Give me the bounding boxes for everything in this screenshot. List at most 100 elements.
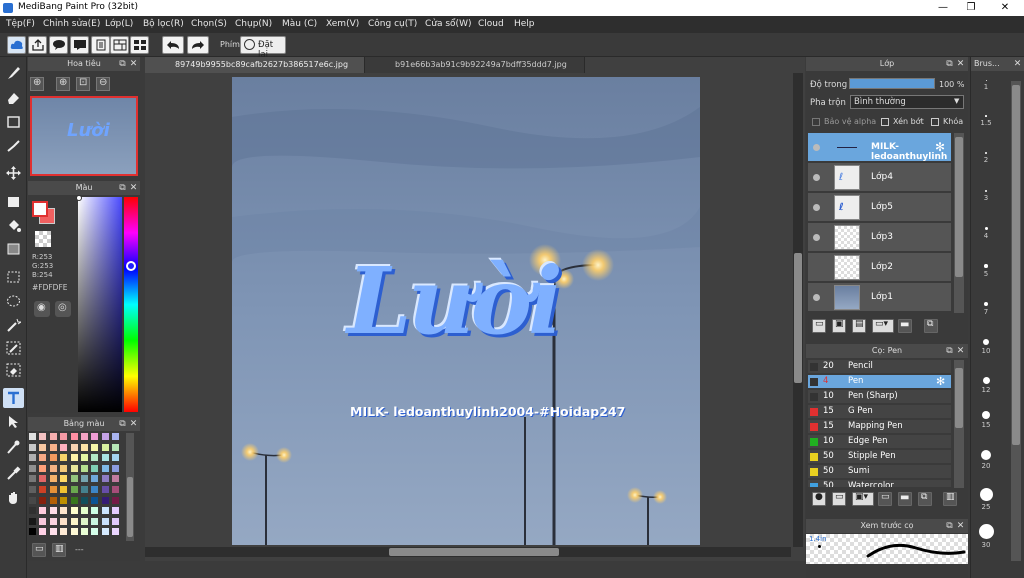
palette-swatch[interactable] bbox=[29, 507, 36, 515]
palette-swatch[interactable] bbox=[101, 486, 109, 493]
minimize-button[interactable]: — bbox=[928, 0, 958, 16]
menu-capture[interactable]: Chụp(N) bbox=[235, 19, 272, 29]
layer-scrollbar[interactable] bbox=[954, 133, 964, 313]
brush-row[interactable]: 50 Watercolor bbox=[808, 480, 951, 488]
brush-tool[interactable] bbox=[3, 63, 24, 83]
palette-swatch[interactable] bbox=[70, 433, 78, 440]
brush-size-dot[interactable] bbox=[981, 450, 991, 460]
close-panel-icon[interactable]: ✕ bbox=[129, 417, 138, 431]
palette-scroll-thumb[interactable] bbox=[127, 477, 133, 537]
float-panel-icon[interactable]: ⧉ bbox=[118, 57, 127, 71]
palette-swatch[interactable] bbox=[60, 507, 68, 515]
brush-row[interactable]: 20 Pencil bbox=[808, 360, 951, 374]
palette-swatch[interactable] bbox=[70, 507, 78, 515]
fit-button[interactable]: ⊡ bbox=[76, 77, 90, 91]
brush-size-scroll-thumb[interactable] bbox=[1012, 85, 1020, 445]
palette-swatch[interactable] bbox=[81, 475, 88, 483]
select-pen-tool[interactable] bbox=[3, 338, 24, 358]
palette-swatch[interactable] bbox=[91, 528, 99, 536]
palette-swatch[interactable] bbox=[60, 496, 68, 504]
visibility-eye-icon[interactable] bbox=[813, 144, 820, 151]
close-panel-icon[interactable]: ✕ bbox=[956, 57, 965, 71]
close-panel-icon[interactable]: ✕ bbox=[1013, 57, 1022, 71]
palette-swatch[interactable] bbox=[81, 464, 88, 472]
palette-swatch[interactable] bbox=[101, 496, 109, 504]
add-brush-button[interactable]: ▭ bbox=[832, 492, 846, 506]
sv-picker-handle[interactable] bbox=[76, 195, 82, 201]
palette-swatch[interactable] bbox=[101, 443, 109, 451]
brush-delete-button[interactable]: ▥ bbox=[943, 492, 957, 506]
brush-size-dot[interactable] bbox=[985, 152, 987, 154]
close-panel-icon[interactable]: ✕ bbox=[129, 57, 138, 71]
brush-settings-button[interactable]: ● bbox=[812, 492, 826, 506]
brush-size-dot[interactable] bbox=[985, 79, 987, 81]
brush-row[interactable]: 15 Mapping Pen bbox=[808, 420, 951, 434]
panel-button[interactable] bbox=[110, 36, 129, 54]
eraser-tool[interactable] bbox=[3, 88, 24, 108]
palette-swatch[interactable] bbox=[91, 443, 99, 451]
palette-swatch[interactable] bbox=[91, 475, 99, 483]
brush-duplicate-button[interactable]: ⧉ bbox=[918, 492, 932, 506]
visibility-eye-icon[interactable] bbox=[813, 294, 820, 301]
tab-document-2[interactable]: b91e66b3ab91c9b92249a7bdff35ddd7.jpg bbox=[365, 57, 585, 73]
layer-row[interactable]: Lớp1 bbox=[808, 283, 951, 312]
palette-swatch[interactable] bbox=[81, 517, 88, 525]
palette-swatch[interactable] bbox=[112, 454, 120, 462]
palette-swatch[interactable] bbox=[49, 528, 57, 536]
zoom-in-alt-button[interactable]: ⊕ bbox=[56, 77, 70, 91]
horizontal-scrollbar[interactable] bbox=[145, 547, 791, 557]
select-eraser-tool[interactable] bbox=[3, 360, 24, 380]
brush-size-dot[interactable] bbox=[982, 376, 990, 384]
palette-swatch[interactable] bbox=[49, 507, 57, 515]
new-layer-button[interactable]: ▭ bbox=[812, 319, 826, 333]
gradient-tool[interactable] bbox=[3, 239, 24, 259]
rectangle-tool[interactable] bbox=[3, 112, 24, 132]
palette-swatch[interactable] bbox=[101, 528, 109, 536]
menu-window[interactable]: Cửa sổ(W) bbox=[425, 19, 471, 29]
menu-file[interactable]: Tệp(F) bbox=[6, 19, 35, 29]
page-button[interactable] bbox=[91, 36, 110, 54]
palette-swatch[interactable] bbox=[60, 433, 68, 440]
palette-swatch[interactable] bbox=[39, 528, 47, 536]
palette-swatch[interactable] bbox=[112, 528, 120, 536]
palette-swatch[interactable] bbox=[81, 486, 88, 493]
brush-group-button[interactable]: ▬ bbox=[898, 492, 912, 506]
transparent-color-swatch[interactable] bbox=[35, 231, 51, 247]
palette-swatch[interactable] bbox=[112, 464, 120, 472]
menu-edit[interactable]: Chỉnh sửa(E) bbox=[43, 19, 100, 29]
palette-swatch[interactable] bbox=[29, 528, 36, 536]
magic-wand-tool[interactable] bbox=[3, 315, 24, 335]
palette-swatch[interactable] bbox=[112, 433, 120, 440]
palette-swatch[interactable] bbox=[101, 464, 109, 472]
hand-tool[interactable] bbox=[3, 488, 24, 508]
palette-swatch[interactable] bbox=[29, 496, 36, 504]
color-settings-button[interactable]: ◎ bbox=[55, 301, 71, 317]
brush-scrollbar[interactable] bbox=[954, 360, 964, 488]
zoom-out-button[interactable]: ⊖ bbox=[96, 77, 110, 91]
palette-swatch[interactable] bbox=[70, 475, 78, 483]
layer-row[interactable]: Lớp3 bbox=[808, 223, 951, 252]
float-panel-icon[interactable]: ⧉ bbox=[945, 344, 954, 358]
palette-swatch[interactable] bbox=[101, 507, 109, 515]
text-tool[interactable] bbox=[3, 388, 24, 408]
move-tool[interactable] bbox=[3, 163, 24, 183]
menu-color[interactable]: Màu (C) bbox=[282, 19, 317, 29]
palette-swatch[interactable] bbox=[70, 517, 78, 525]
gear-icon[interactable]: ✻ bbox=[935, 140, 945, 154]
palette-swatch[interactable] bbox=[39, 475, 47, 483]
layer-row[interactable]: Lớp2 bbox=[808, 253, 951, 282]
visibility-eye-icon[interactable] bbox=[813, 174, 820, 181]
brush-scroll-thumb[interactable] bbox=[955, 368, 963, 428]
dot-pen-tool[interactable] bbox=[3, 136, 24, 156]
navigator-preview[interactable]: Lười bbox=[30, 96, 138, 176]
close-panel-icon[interactable]: ✕ bbox=[956, 519, 965, 533]
delete-palette-button[interactable]: ▥ bbox=[52, 543, 66, 557]
new-halftone-layer-button[interactable]: ▤ bbox=[852, 319, 866, 333]
close-button[interactable]: ✕ bbox=[990, 0, 1020, 16]
palette-swatch[interactable] bbox=[29, 454, 36, 462]
palette-swatch[interactable] bbox=[39, 464, 47, 472]
float-panel-icon[interactable]: ⧉ bbox=[945, 519, 954, 533]
eyedropper-tool[interactable] bbox=[3, 463, 24, 483]
palette-swatch[interactable] bbox=[60, 517, 68, 525]
brush-row[interactable]: 50 Sumi bbox=[808, 465, 951, 479]
